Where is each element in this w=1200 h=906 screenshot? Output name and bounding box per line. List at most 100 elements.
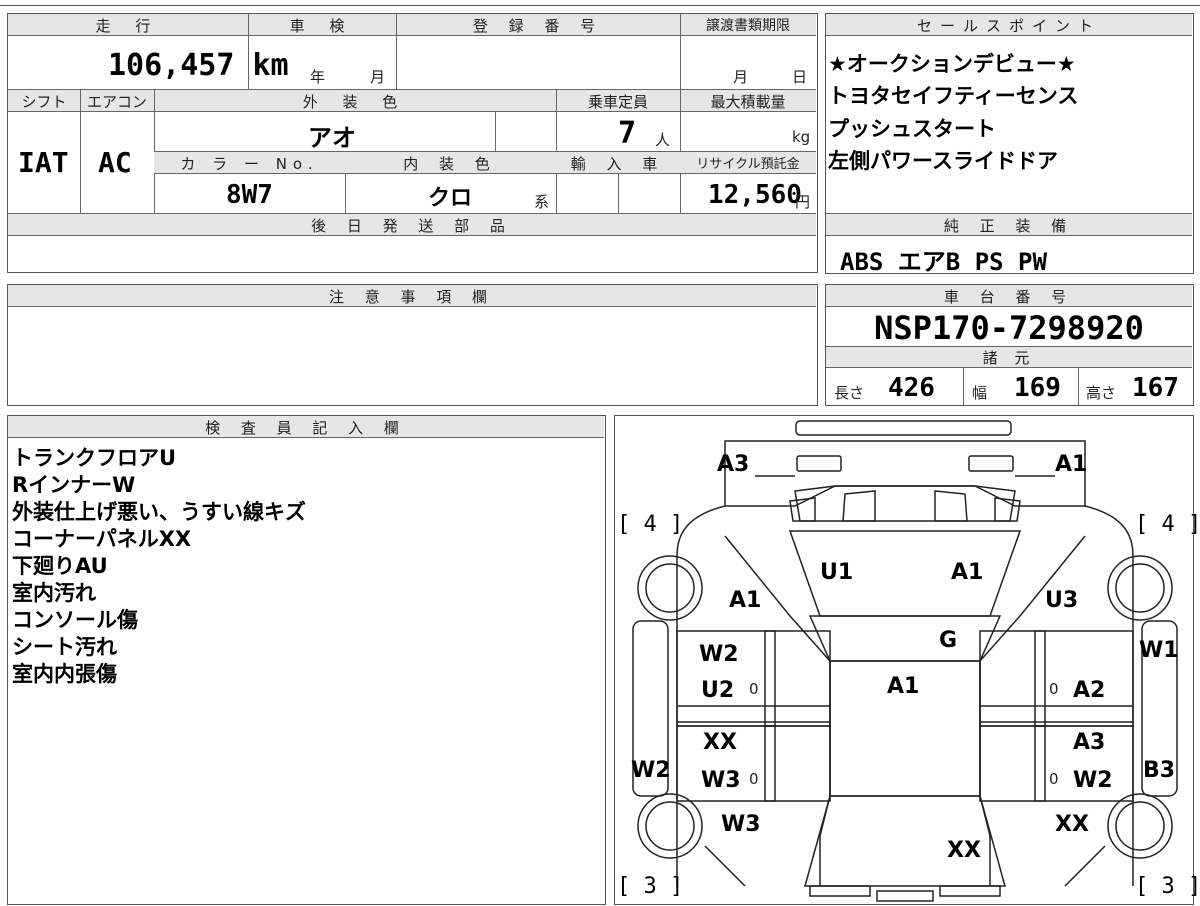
inspector-line: 外装仕上げ悪い、うすい線キズ [12,500,306,524]
sales-point-item: ★オークションデビュー★ [828,52,1076,76]
transfer-label: 譲渡書類期限 [706,18,790,34]
vehicle-info-panel: 走 行 車 検 登 録 番 号 譲渡書類期限 106,457 km 年 月 月 … [7,13,818,273]
inspector-line: コーナーパネルXX [12,527,192,551]
length-label: 長さ [834,384,865,402]
ext-color-value: アオ [308,124,356,152]
color-no-label: カ ラ ー No. [180,155,319,173]
capacity-unit: 人 [655,131,671,149]
int-color-suffix: 系 [534,193,550,211]
maxload-label: 最大積載量 [710,93,786,111]
label-roof-right: A1 [951,560,984,585]
label-rear-right: A1 [1055,452,1088,477]
inspector-panel: 検 査 員 記 入 欄 トランクフロアU RインナーW 外装仕上げ悪い、うすい線… [7,415,606,905]
maxload-unit: kg [792,128,811,146]
inspector-line: 室内内張傷 [12,662,117,686]
inspector-line: 室内汚れ [12,581,96,605]
inspector-line: トランクフロアU [12,446,177,470]
tire-front-left: [ 3 ] [617,874,684,899]
tire-front-right: [ 3 ] [1135,874,1200,899]
label-door-left-upper2: U2 [701,678,735,703]
shift-value: IAT [18,146,69,179]
height-label: 高さ [1086,384,1117,402]
transfer-month-unit: 月 [733,68,749,86]
label-door-right-lower-small: 0 [1049,770,1059,788]
ac-label: エアコン [86,93,147,111]
shift-label: シフト [21,93,67,111]
notes-panel: 注 意 事 項 欄 [7,284,818,406]
label-hood: XX [947,838,981,863]
label-side-left: W2 [631,758,671,783]
label-rear-left: A3 [717,452,750,477]
label-fender-right: XX [1055,812,1089,837]
label-rear-window: G [939,628,958,653]
shaken-year-unit: 年 [310,68,326,86]
mileage-value: 106,457 km [108,48,289,83]
label-quarter-left: A1 [729,588,762,613]
int-color-label: 内 装 色 [403,155,498,173]
width-label: 幅 [972,384,988,402]
divider [80,89,81,213]
capacity-value: 7 [618,116,637,151]
notes-title: 注 意 事 項 欄 [328,288,496,306]
inspector-title: 検 査 員 記 入 欄 [205,419,407,437]
int-color-value: クロ [428,186,473,211]
inspector-line: RインナーW [12,473,136,497]
inspector-line: 下廻りAU [12,554,108,578]
recycle-unit: 円 [795,193,811,211]
tire-rear-left: [ 4 ] [617,512,684,537]
inspector-line: シート汚れ [12,635,117,659]
shaken-label: 車 検 [289,17,355,35]
label-quarter-right: U3 [1045,588,1079,613]
divider [495,112,496,151]
equipment-title: 純 正 装 備 [943,217,1075,235]
divider [963,368,964,405]
label-door-right-lower: A3 [1073,730,1106,755]
top-strip-line [0,5,1200,6]
sales-point-item: プッシュスタート [828,117,996,141]
label-door-left-lower-small: 0 [749,770,759,788]
divider [1078,368,1079,405]
damage-diagram-panel: A3 A1 [ 4 ] [ 4 ] A1 U1 A1 U3 G W2 U2 0 … [614,415,1200,905]
inspector-line: コンソール傷 [12,608,138,632]
ac-value: AC [98,146,132,179]
tire-rear-right: [ 4 ] [1135,512,1200,537]
equipment-value: ABS エアB PS PW [840,248,1047,276]
label-door-right-lower2: W2 [1073,768,1113,793]
shaken-month-unit: 月 [370,68,386,86]
label-door-left-lower2: W3 [701,768,741,793]
divider [618,174,619,213]
label-roof-left: U1 [820,560,854,585]
length-value: 426 [888,373,935,403]
divider [396,14,397,89]
mileage-label: 走 行 [95,17,161,35]
recycle-label: リサイクル預託金 [696,157,800,172]
transfer-day-unit: 日 [792,68,808,86]
width-value: 169 [1014,373,1061,403]
registration-label: 登 録 番 号 [472,17,604,35]
chassis-panel: 車 台 番 号 NSP170-7298920 諸 元 長さ 426 幅 169 … [825,284,1194,406]
label-side-right: B3 [1143,758,1176,783]
label-door-left-lower: XX [703,730,737,755]
ext-color-label: 外 装 色 [302,93,408,111]
sales-point-item: 左側パワースライドドア [828,149,1058,173]
label-door-right-upper: A2 [1073,678,1106,703]
chassis-number: NSP170-7298920 [874,309,1144,347]
later-parts-label: 後 日 発 送 部 品 [311,217,513,235]
sales-point-item: トヨタセイフティーセンス [828,84,1079,108]
color-no-value: 8W7 [226,180,273,210]
specs-title: 諸 元 [982,349,1036,367]
divider [680,14,681,89]
sales-points-title: セールスポイント [916,17,1101,35]
label-door-left-upper: W2 [699,642,739,667]
import-label: 輸 入 車 [570,155,666,173]
label-side-right-top: W1 [1139,638,1179,663]
label-fender-left: W3 [721,812,761,837]
chassis-title: 車 台 番 号 [943,288,1075,306]
sales-points-panel: セールスポイント ★オークションデビュー★ トヨタセイフティーセンス プッシュス… [825,13,1194,276]
height-value: 167 [1132,373,1179,403]
recycle-value: 12,560 [708,180,802,210]
label-door-right-upper-small: 0 [1049,680,1059,698]
capacity-label: 乗車定員 [587,93,648,111]
label-roof-center: A1 [887,674,920,699]
label-door-left-upper-small: 0 [749,680,759,698]
